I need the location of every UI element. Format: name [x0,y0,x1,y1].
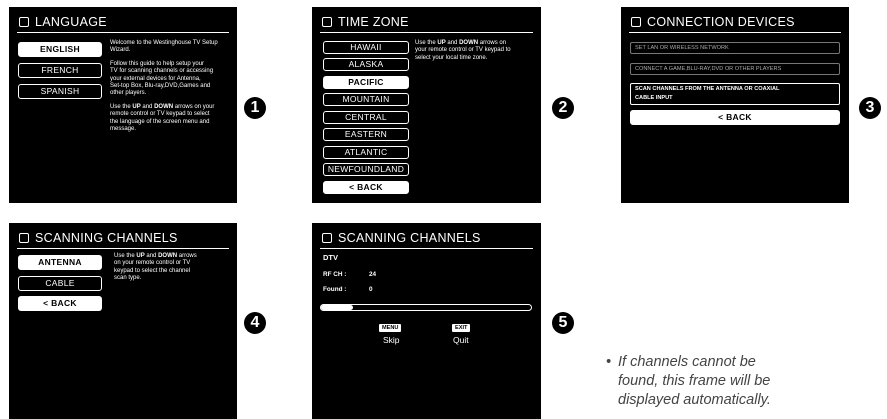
scan-type-screen: SCANNING CHANNELS ANTENNA CABLE < BACK U… [9,223,237,419]
found-value: 0 [369,286,373,293]
language-description: Welcome to the Westinghouse TV Setup Wiz… [110,40,232,133]
auto-display-note: • If channels cannot be found, this fram… [606,354,771,408]
step-number-3: 3 [859,97,881,119]
back-button[interactable]: < BACK [323,181,409,194]
language-option-french[interactable]: FRENCH [18,63,102,78]
time-zone-instruction: Use the UP and DOWN arrows on [415,40,507,46]
connection-devices-title: CONNECTION DEVICES [631,15,795,29]
time-zone-option-mountain[interactable]: MOUNTAIN [323,93,409,106]
step-number-2: 2 [552,97,574,119]
time-zone-option-eastern[interactable]: EASTERN [323,128,409,141]
scan-type-cable[interactable]: CABLE [18,276,102,291]
back-button[interactable]: < BACK [18,296,102,311]
time-zone-title: TIME ZONE [322,15,409,29]
note-bullet: • [606,354,612,370]
scan-type-instruction: Use the UP and DOWN arrows [114,253,197,259]
checkbox-icon [322,233,332,243]
rf-channel-label: RF CH : [323,271,347,278]
scan-type-antenna[interactable]: ANTENNA [18,255,102,270]
time-zone-option-newfoundland[interactable]: NEWFOUNDLAND [323,163,409,176]
title-divider [629,32,841,33]
connect-player-option[interactable]: CONNECT A GAME,BLU-RAY,DVD OR OTHER PLAY… [630,63,840,75]
scan-progress-fill [321,305,353,310]
title-divider [17,248,229,249]
checkbox-icon [322,17,332,27]
scan-progress-screen: SCANNING CHANNELS DTV RF CH : 24 Found :… [312,223,541,419]
menu-key[interactable]: MENU [379,324,402,332]
step-number-4: 4 [244,312,266,334]
checkbox-icon [19,233,29,243]
scan-progress-bar [320,304,532,311]
checkbox-icon [631,17,641,27]
title-divider [17,32,229,33]
scan-type-description: Use the UP and DOWN arrows on your remot… [114,253,232,283]
title-divider [320,248,533,249]
time-zone-description: Use the UP and DOWN arrows on your remot… [415,40,537,62]
step-number-1: 1 [244,97,266,119]
time-zone-option-central[interactable]: CENTRAL [323,111,409,124]
title-divider [320,32,533,33]
rf-channel-value: 24 [369,271,377,278]
language-instruction: Use the UP and DOWN arrows on your [110,103,215,110]
checkbox-icon [19,17,29,27]
time-zone-screen: TIME ZONE HAWAII ALASKA PACIFIC MOUNTAIN… [312,7,541,203]
found-label: Found : [323,286,347,293]
exit-key[interactable]: EXIT [452,324,471,332]
back-button[interactable]: < BACK [630,110,840,125]
time-zone-option-alaska[interactable]: ALASKA [323,58,409,71]
scan-progress-title: SCANNING CHANNELS [322,231,481,245]
step-number-5: 5 [552,312,574,334]
scan-mode-label: DTV [323,253,338,262]
scan-type-title: SCANNING CHANNELS [19,231,178,245]
language-screen: LANGUAGE ENGLISH FRENCH SPANISH Welcome … [9,7,237,203]
scan-channels-option[interactable]: SCAN CHANNELS FROM THE ANTENNA OR COAXIA… [630,83,840,105]
set-network-option[interactable]: SET LAN OR WIRELESS NETWORK [630,42,840,54]
time-zone-option-pacific[interactable]: PACIFIC [323,76,409,89]
language-option-english[interactable]: ENGLISH [18,42,102,57]
quit-label: Quit [453,335,469,345]
skip-label: Skip [383,335,400,345]
time-zone-option-atlantic[interactable]: ATLANTIC [323,146,409,159]
time-zone-option-hawaii[interactable]: HAWAII [323,41,409,54]
language-title: LANGUAGE [19,15,107,29]
connection-devices-screen: CONNECTION DEVICES SET LAN OR WIRELESS N… [621,7,849,203]
language-option-spanish[interactable]: SPANISH [18,84,102,99]
